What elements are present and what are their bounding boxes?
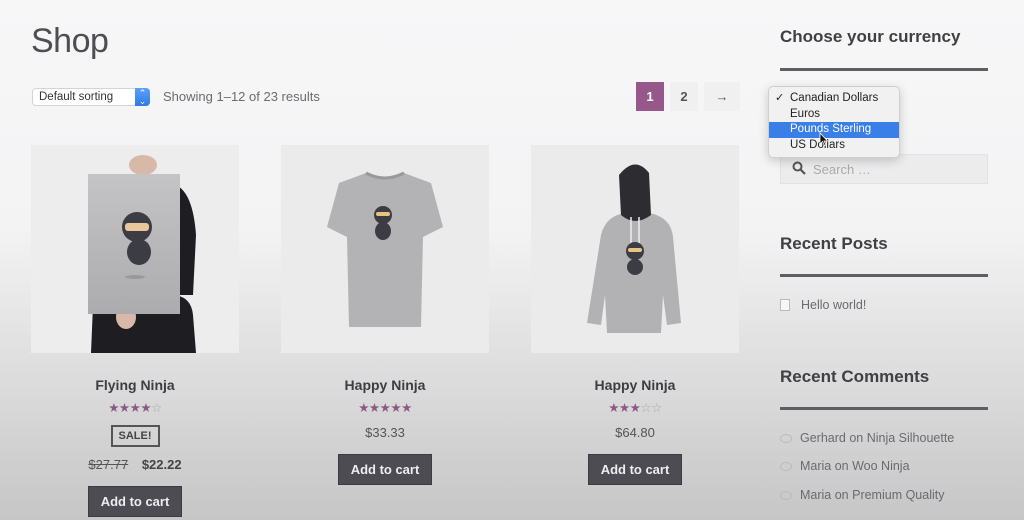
add-to-cart-button[interactable]: Add to cart <box>337 454 433 485</box>
star-filled-icon: ★ <box>379 401 391 415</box>
star-empty-icon: ☆ <box>151 401 162 415</box>
pagination: 1 2 → <box>636 82 740 111</box>
product-card: Flying Ninja ★★★★☆ SALE! $27.77 $22.22 A… <box>31 145 239 517</box>
price: $27.77 $22.22 <box>31 457 239 472</box>
recent-post-item[interactable]: Hello world! <box>780 298 866 312</box>
star-filled-icon: ★ <box>618 401 630 415</box>
star-filled-icon: ★ <box>118 401 130 415</box>
sorting-select-value: Default sorting <box>39 91 114 103</box>
add-to-cart-button[interactable]: Add to cart <box>87 486 183 517</box>
checkmark-icon: ✓ <box>775 92 785 104</box>
currency-dropdown-menu[interactable]: ✓ Canadian Dollars Euros Pounds Sterling… <box>768 86 900 158</box>
star-empty-icon: ☆ <box>651 401 662 415</box>
currency-option[interactable]: ✓ Canadian Dollars <box>769 91 899 107</box>
product-title[interactable]: Happy Ninja <box>531 377 739 393</box>
page-title: Shop <box>31 22 109 60</box>
document-icon <box>780 299 790 311</box>
page-1-button[interactable]: 1 <box>636 82 664 111</box>
product-image-happy-ninja-tshirt[interactable] <box>281 145 489 353</box>
star-filled-icon: ★ <box>129 401 141 415</box>
currency-option-label: Canadian Dollars <box>790 92 879 104</box>
currency-option[interactable]: US Dollars <box>769 138 899 154</box>
recent-post-link[interactable]: Hello world! <box>801 298 866 312</box>
hoodie-image <box>531 145 739 353</box>
star-rating: ★★★★★ <box>281 401 489 415</box>
recent-comment-link[interactable]: Maria on Woo Ninja <box>800 459 910 473</box>
tshirt-image <box>281 145 489 353</box>
currency-option-label: Euros <box>790 107 821 120</box>
product-title[interactable]: Happy Ninja <box>281 377 489 393</box>
product-card: Happy Ninja ★★★★★ $33.33 Add to cart <box>281 145 489 485</box>
add-to-cart-button[interactable]: Add to cart <box>587 454 683 485</box>
comment-bubble-icon <box>780 490 792 500</box>
result-count: Showing 1–12 of 23 results <box>163 89 320 104</box>
product-image-flying-ninja[interactable] <box>31 145 239 353</box>
next-page-button[interactable]: → <box>704 82 740 111</box>
star-filled-icon: ★ <box>390 401 402 415</box>
sale-badge: SALE! <box>110 425 160 447</box>
star-filled-icon: ★ <box>108 401 119 415</box>
widget-divider <box>780 274 988 277</box>
sorting-select[interactable]: Default sorting ⌃ ⌄ <box>32 88 150 106</box>
widget-divider <box>780 68 988 71</box>
star-filled-icon: ★ <box>358 401 369 415</box>
star-filled-icon: ★ <box>608 401 619 415</box>
poster-image <box>31 145 239 353</box>
product-card: Happy Ninja ★★★☆☆ $64.80 Add to cart <box>531 145 739 485</box>
price: $64.80 <box>615 425 655 440</box>
search-icon <box>792 161 806 175</box>
star-rating: ★★★★☆ <box>31 401 239 415</box>
regular-price: $27.77 <box>88 457 129 472</box>
star-empty-icon: ☆ <box>640 401 652 415</box>
search-placeholder: Search … <box>813 162 871 177</box>
select-stepper-icon: ⌃ ⌄ <box>135 88 150 106</box>
comment-bubble-icon <box>780 461 792 471</box>
currency-option[interactable]: Euros <box>769 107 899 123</box>
recent-comment-item[interactable]: Maria on Woo Ninja <box>780 459 910 473</box>
product-title[interactable]: Flying Ninja <box>31 377 239 393</box>
star-filled-icon: ★ <box>629 401 641 415</box>
price: $33.33 <box>365 425 405 440</box>
widget-divider <box>780 407 988 410</box>
sale-price: $22.22 <box>141 457 182 472</box>
page-2-button[interactable]: 2 <box>670 82 698 111</box>
recent-comment-link[interactable]: Maria on Premium Quality <box>800 488 945 502</box>
mouse-cursor-icon <box>819 132 829 146</box>
currency-option[interactable]: Pounds Sterling <box>769 122 899 138</box>
currency-option-label: Pounds Sterling <box>790 123 872 135</box>
star-filled-icon: ★ <box>368 401 380 415</box>
recent-comments-title: Recent Comments <box>780 367 930 386</box>
currency-widget-title: Choose your currency <box>780 27 961 46</box>
star-rating: ★★★☆☆ <box>531 401 739 415</box>
star-filled-icon: ★ <box>140 401 152 415</box>
star-filled-icon: ★ <box>401 401 412 415</box>
product-image-happy-ninja-hoodie[interactable] <box>531 145 739 353</box>
recent-posts-title: Recent Posts <box>780 234 888 253</box>
comment-bubble-icon <box>780 433 792 443</box>
currency-option-label: US Dollars <box>790 138 845 151</box>
recent-comment-item[interactable]: Gerhard on Ninja Silhouette <box>780 431 954 445</box>
recent-comment-link[interactable]: Gerhard on Ninja Silhouette <box>800 431 954 445</box>
recent-comment-item[interactable]: Maria on Premium Quality <box>780 488 945 502</box>
search-input[interactable]: Search … <box>780 154 988 184</box>
